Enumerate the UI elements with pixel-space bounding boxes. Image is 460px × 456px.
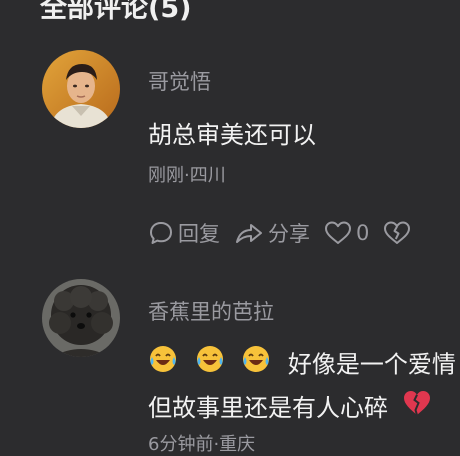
broken-heart-emoji [402, 389, 432, 423]
comment-text-line-2: 但故事里还是有人心碎 [148, 388, 441, 423]
share-label: 分享 [268, 222, 310, 246]
laugh-cry-emoji [195, 344, 225, 380]
comment-text-line-1: 好像是一个爱情 [148, 344, 456, 380]
comments-section-title: 全部评论(5) [40, 0, 192, 24]
avatar[interactable] [42, 279, 120, 357]
comment-text: 胡总审美还可以 [148, 121, 316, 149]
comment-author[interactable]: 哥觉悟 [148, 66, 211, 96]
laugh-cry-emoji [241, 344, 271, 380]
heart-icon [324, 220, 356, 246]
laugh-cry-emoji [148, 344, 178, 380]
comment-text: 好像是一个爱情 [287, 350, 456, 379]
dislike-button[interactable] [383, 220, 415, 246]
reply-icon [148, 220, 178, 246]
dislike-icon [383, 220, 415, 246]
comment-actions: 回复 分享 0 [148, 218, 429, 248]
like-button[interactable]: 0 [324, 220, 369, 246]
share-icon [234, 220, 268, 246]
reply-button[interactable]: 回复 [148, 218, 220, 248]
comment-meta: 刚刚·四川 [148, 165, 226, 186]
comment-author[interactable]: 香蕉里的芭拉 [148, 296, 274, 326]
comment-text: 但故事里还是有人心碎 [148, 394, 388, 422]
avatar[interactable] [42, 50, 120, 128]
comment-meta: 6分钟前·重庆 [148, 434, 256, 455]
reply-label: 回复 [178, 222, 220, 246]
share-button[interactable]: 分享 [234, 218, 310, 248]
like-count: 0 [356, 221, 370, 245]
